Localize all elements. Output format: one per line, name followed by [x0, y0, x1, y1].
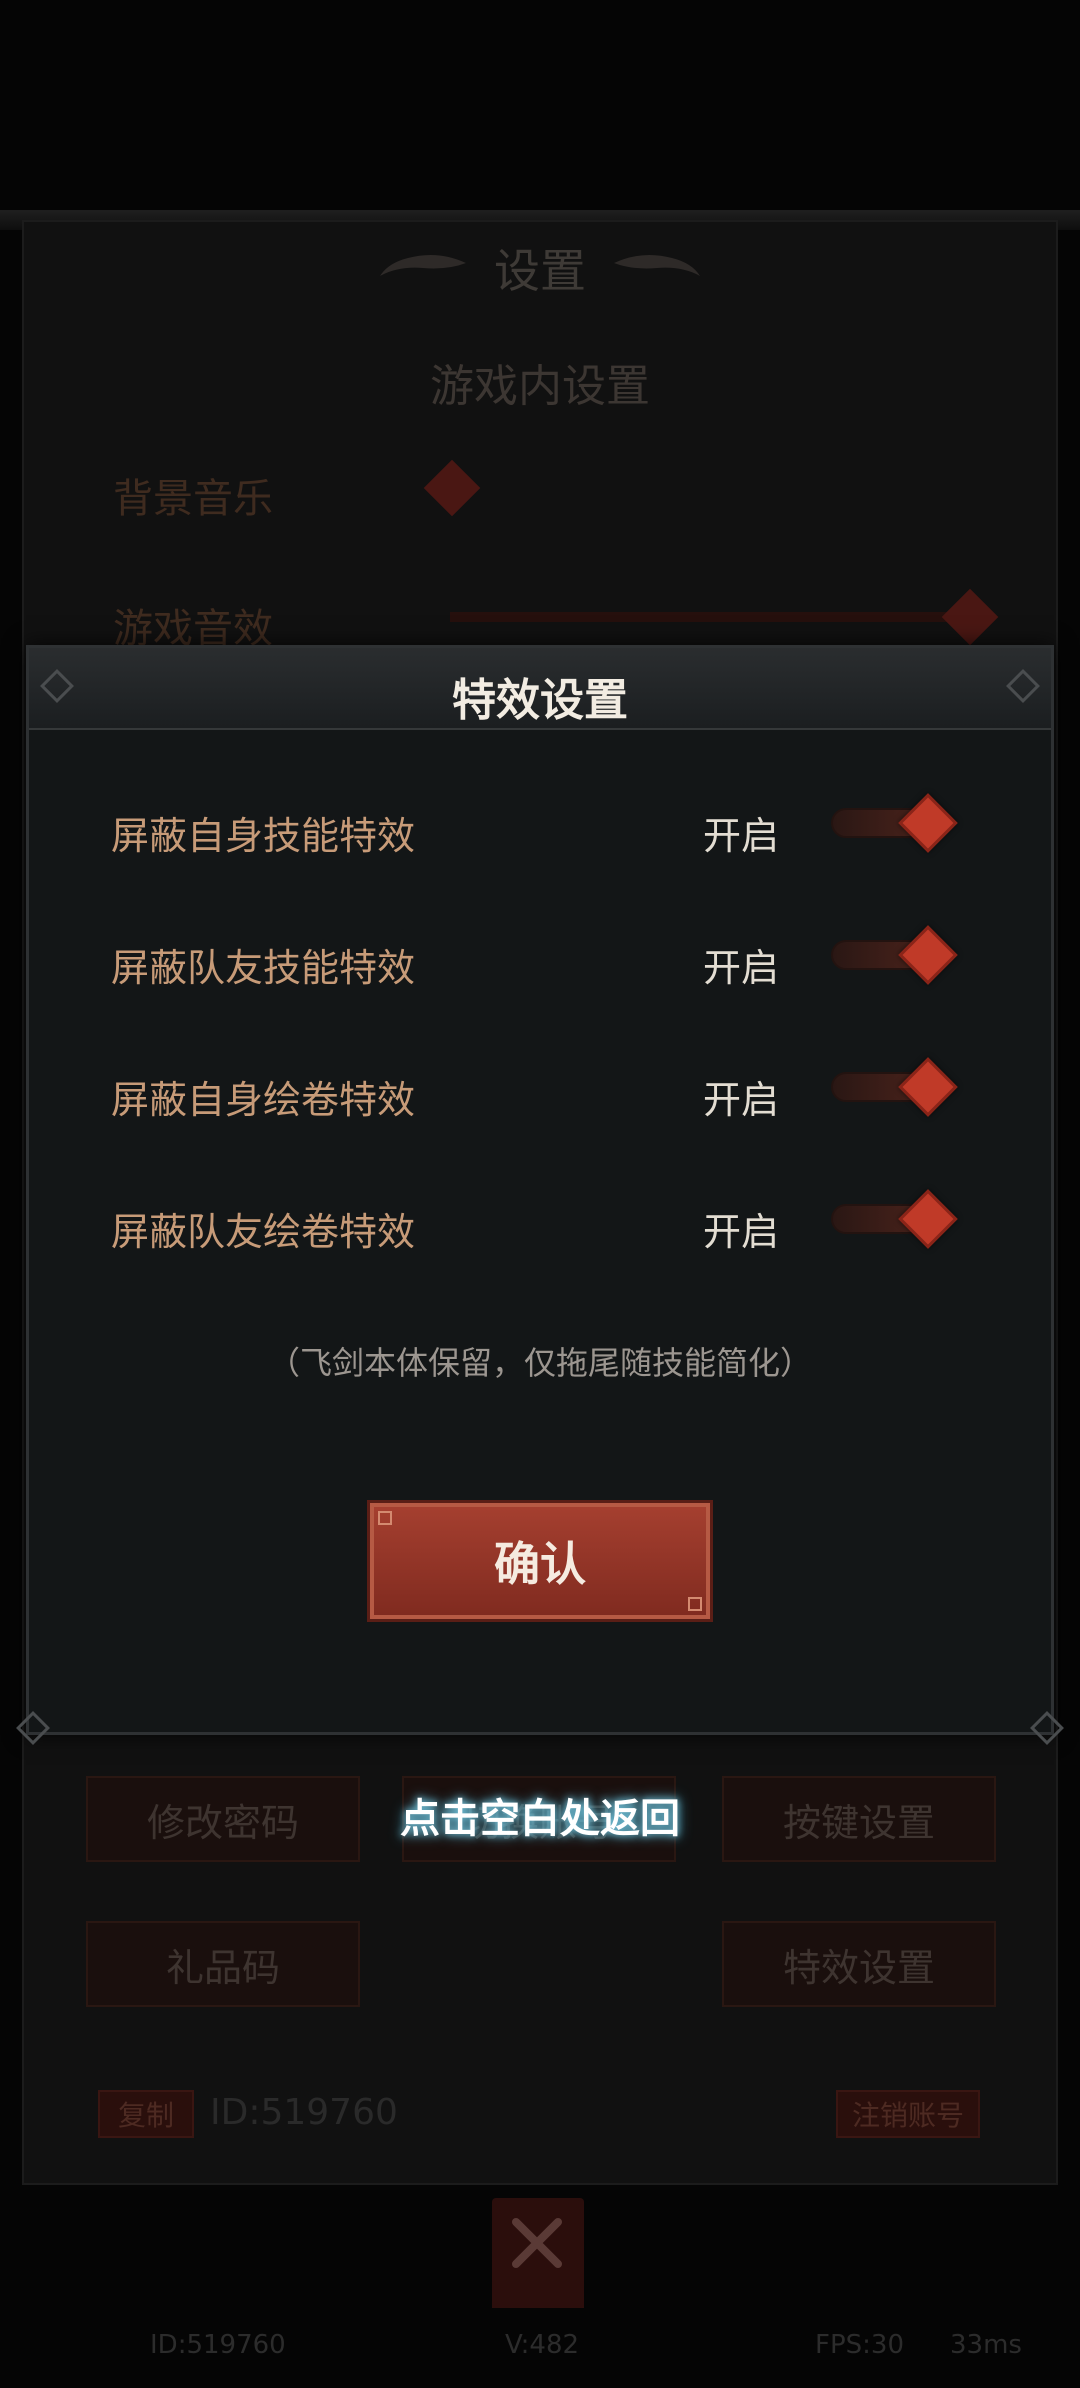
tap-blank-to-return[interactable]: 点击空白处返回 — [0, 1786, 1080, 1844]
toggle-team-skill[interactable] — [831, 925, 971, 985]
row-state-team-scroll: 开启 — [703, 1210, 780, 1254]
toggle-knob — [898, 1057, 958, 1117]
toggle-knob — [898, 925, 958, 985]
toggle-knob — [898, 793, 958, 853]
music-label: 背景音乐 — [113, 476, 273, 522]
footer-id: ID:519760 — [150, 2330, 286, 2360]
section-title: 游戏内设置 — [430, 361, 650, 412]
settings-title: 设置 — [494, 244, 586, 298]
confirm-button[interactable]: 确认 — [367, 1500, 713, 1622]
cancel-account-button[interactable]: 注销账号 — [836, 2090, 980, 2138]
row-state-team-skill: 开启 — [703, 946, 780, 990]
player-id: ID:519760 — [210, 2092, 398, 2133]
toggle-team-scroll[interactable] — [831, 1189, 971, 1249]
effects-settings-button[interactable]: 特效设置 — [722, 1921, 996, 2007]
row-label-team-skill: 屏蔽队友技能特效 — [111, 946, 416, 990]
copy-button[interactable]: 复制 — [98, 2090, 194, 2138]
row-label-self-scroll: 屏蔽自身绘卷特效 — [111, 1078, 416, 1122]
row-state-self-skill: 开启 — [703, 814, 780, 858]
gift-code-button[interactable]: 礼品码 — [86, 1921, 360, 2007]
footer-latency: 33ms — [950, 2330, 1022, 2360]
sfx-slider-track — [450, 612, 970, 622]
row-label-self-skill: 屏蔽自身技能特效 — [111, 814, 416, 858]
title-ornament-right-icon — [614, 254, 700, 276]
row-state-self-scroll: 开启 — [703, 1078, 780, 1122]
toggle-self-skill[interactable] — [831, 793, 971, 853]
toggle-self-scroll[interactable] — [831, 1057, 971, 1117]
row-label-team-scroll: 屏蔽队友绘卷特效 — [111, 1210, 416, 1254]
dialog-header: 特效设置 — [29, 648, 1051, 730]
footer-fps: FPS:30 — [815, 2330, 904, 2360]
effects-hint: （飞剑本体保留，仅拖尾随技能简化） — [267, 1344, 812, 1382]
dialog-title: 特效设置 — [452, 675, 628, 726]
footer-version: V:482 — [505, 2330, 580, 2360]
effects-settings-dialog: 特效设置 屏蔽自身技能特效 开启 屏蔽队友技能特效 开启 屏蔽自身绘卷特效 开启… — [16, 645, 1064, 1745]
settings-emblem[interactable] — [492, 2198, 584, 2308]
crossed-tools-icon — [512, 2218, 562, 2268]
toggle-knob — [898, 1189, 958, 1249]
